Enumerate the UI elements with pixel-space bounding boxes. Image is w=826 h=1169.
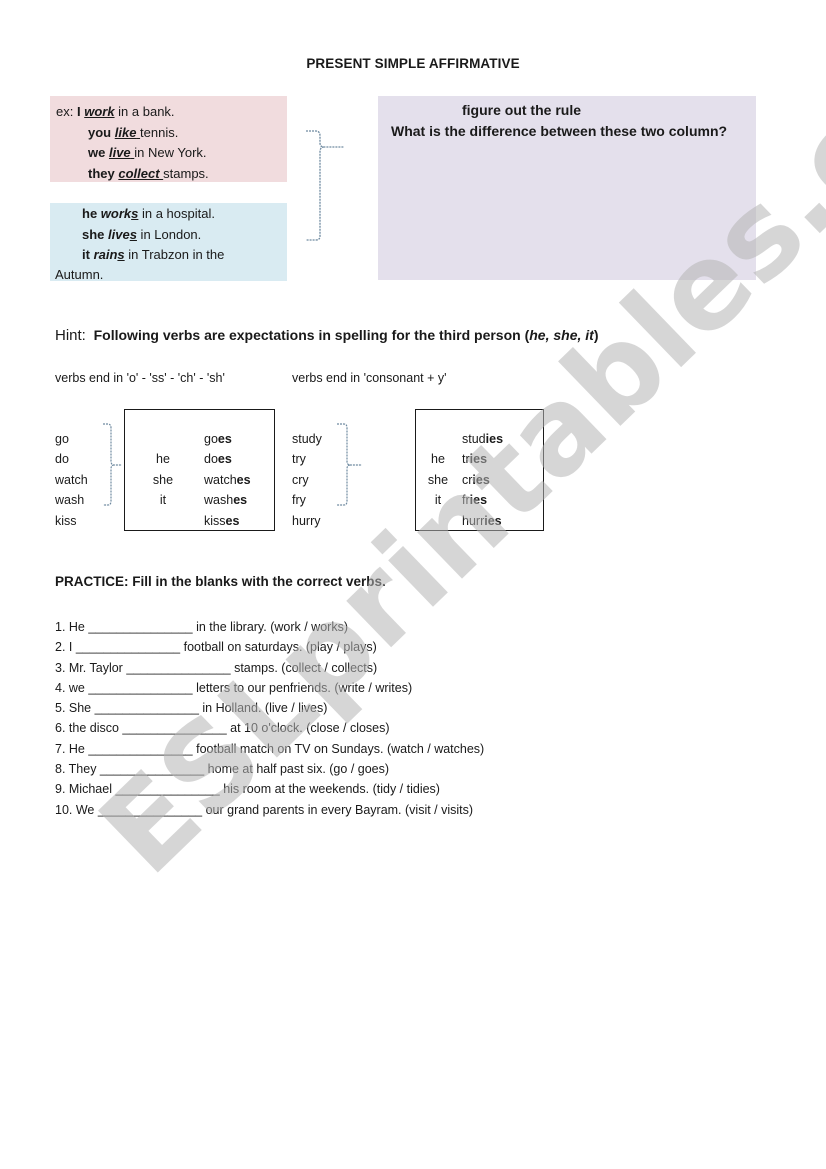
rule-question-box: figure out the rule What is the differen… [378, 96, 756, 280]
example-rest: in a bank. [114, 104, 175, 119]
brace-icon [337, 423, 362, 506]
example-subject: he [82, 206, 101, 221]
group2-heading: verbs end in 'consonant + y' [292, 371, 447, 385]
example-rest: tennis. [140, 124, 179, 140]
pronoun: he [156, 452, 170, 467]
practice-exercise-list: 1. He _______________ in the library. (w… [55, 617, 484, 820]
verb-form: studies [462, 432, 504, 446]
example-line: they collect stamps. [56, 164, 287, 185]
group1-conjugation-box: he she it goes does watches washes kisse… [124, 409, 275, 531]
example-prefix: ex: [56, 104, 77, 119]
hint-text: Hint: Following verbs are expectations i… [55, 327, 599, 344]
example-subject: we [88, 145, 109, 160]
exercise-item: 2. I _______________ football on saturda… [55, 640, 377, 655]
example-line: you like tennis. [56, 123, 287, 144]
exercise-item: 7. He _______________ football match on … [55, 741, 485, 756]
exercise-item: 1. He _______________ in the library. (w… [55, 620, 348, 634]
base-verb: wash [55, 493, 85, 508]
group2-conjugation-box: he she it studies tries cries fries hurr… [415, 409, 544, 531]
pronoun [416, 511, 460, 531]
form-column: studies tries cries fries hurries [462, 429, 503, 531]
base-verb: watch [55, 472, 88, 487]
examples-third-person-box: he works in a hospital. she lives in Lon… [50, 203, 287, 282]
practice-heading: PRACTICE: Fill in the blanks with the co… [55, 574, 386, 589]
brace-icon [306, 130, 344, 241]
pronoun: he [431, 452, 445, 467]
pronoun: it [159, 493, 167, 508]
example-subject: she [82, 226, 109, 242]
brace-icon [103, 423, 122, 506]
hint-label: Hint: [55, 327, 86, 344]
base-verb: hurry [292, 513, 321, 528]
rule-question: What is the difference between these two… [391, 123, 728, 139]
example-verb: collect [118, 165, 160, 181]
verb-form: washes [204, 493, 248, 508]
exercise-item: 3. Mr. Taylor _______________ stamps. (c… [55, 660, 378, 675]
verb-form: watches [204, 472, 251, 487]
example-line: she lives in London. [50, 225, 287, 246]
page-title: PRESENT SIMPLE AFFIRMATIVE [306, 56, 520, 71]
exercise-item: 4. we _______________ letters to our pen… [55, 680, 413, 695]
base-verb: study [292, 432, 322, 446]
verb-form: hurries [462, 513, 502, 528]
verb-form: kisses [204, 513, 240, 528]
base-verb: do [55, 452, 69, 467]
pronoun: she [152, 472, 174, 487]
example-subject: you [88, 124, 115, 140]
verb-form: goes [204, 432, 232, 446]
pronoun [125, 429, 201, 449]
pronoun-column: he she it [125, 429, 201, 531]
base-verb: cry [292, 472, 309, 487]
example-rest: stamps. [163, 165, 209, 181]
group1-base-verbs: go do watch wash kiss [55, 429, 88, 531]
verb-form: tries [462, 452, 488, 467]
form-column: goes does watches washes kisses [204, 429, 251, 531]
example-line: it rains in Trabzon in the [50, 245, 287, 266]
example-line: he works in a hospital. [50, 204, 287, 225]
exercise-item: 9. Michael _______________ his room at t… [55, 782, 440, 797]
hint-close: ) [593, 327, 599, 343]
exercise-item: 6. the disco _______________ at 10 o'clo… [55, 721, 390, 736]
example-verb: rain [93, 247, 118, 262]
example-ending: s [129, 226, 137, 242]
example-verb: live [108, 226, 130, 242]
exercise-item: 10. We _______________ our grand parents… [55, 802, 474, 817]
example-line: ex: I work in a bank. [56, 102, 287, 123]
example-rest: in a hospital. [138, 206, 215, 221]
verb-form: fries [462, 493, 488, 508]
verb-form: does [204, 452, 232, 467]
example-verb: work [100, 206, 132, 221]
base-verb: kiss [55, 513, 77, 528]
pronoun [416, 429, 460, 449]
pronoun: it [434, 493, 442, 508]
example-rest: in London. [136, 226, 202, 242]
examples-base-form-box: ex: I work in a bank. you like tennis. w… [50, 96, 287, 182]
example-rest: in Trabzon in the [124, 247, 225, 262]
exercise-item: 5. She _______________ in Holland. (live… [55, 701, 328, 716]
example-ending: s [117, 247, 125, 262]
base-verb: fry [292, 493, 306, 508]
hint-body: Following verbs are expectations in spel… [85, 327, 530, 343]
example-verb: work [84, 104, 115, 119]
rule-heading: figure out the rule [462, 102, 581, 118]
example-subject: it [82, 247, 94, 262]
exercise-item: 8. They _______________ home at half pas… [55, 762, 390, 777]
group2-base-verbs: study try cry fry hurry [292, 429, 322, 531]
hint-pronouns: he, she, it [529, 327, 594, 343]
example-subject: they [88, 165, 119, 181]
example-line-continuation: Autumn. [55, 266, 104, 282]
example-line: we live in New York. [56, 143, 287, 164]
group1-heading: verbs end in 'o' - 'ss' - 'ch' - 'sh' [55, 371, 225, 385]
example-rest: in New York. [134, 145, 207, 160]
base-verb: try [292, 452, 306, 467]
verb-form: cries [462, 472, 490, 487]
base-verb: go [55, 432, 69, 446]
example-verb: like [114, 124, 137, 140]
pronoun: she [427, 472, 449, 487]
pronoun [125, 511, 201, 531]
example-verb: live [108, 145, 131, 160]
pronoun-column: he she it [416, 429, 460, 531]
